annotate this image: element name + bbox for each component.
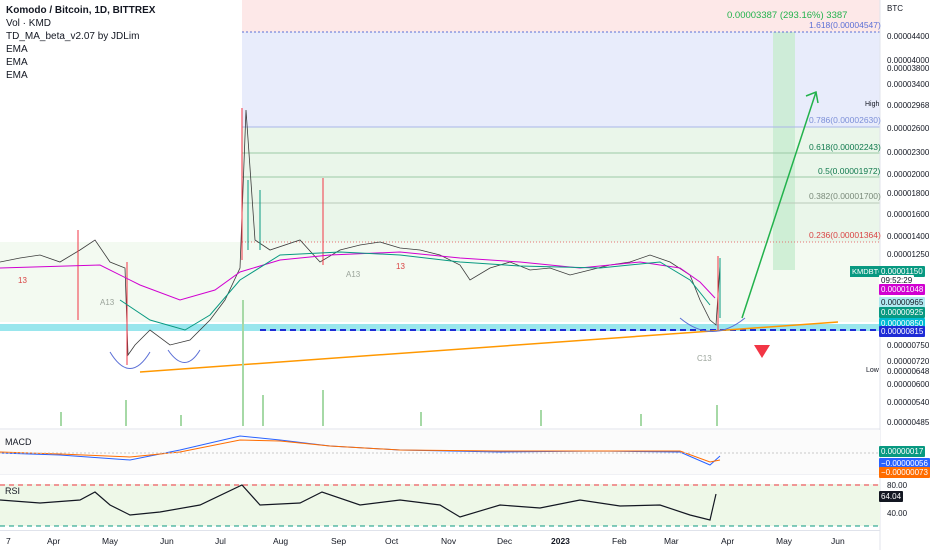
td-annotation: A13 [100, 298, 115, 307]
fib-label-1618: 1.618(0.00004547) [809, 20, 881, 30]
dashed-line-tag: 0.00000815 [879, 326, 926, 337]
time-label: Dec [497, 536, 513, 546]
time-label: 7 [6, 536, 11, 546]
macd-background [0, 430, 880, 474]
time-label: Jun [831, 536, 845, 546]
price-scale-label: 0.00001400 [887, 232, 930, 241]
high-value: 0.00002968 [887, 101, 930, 110]
fib-label-0786: 0.786(0.00002630) [809, 115, 881, 125]
price-scale-label: 0.00003800 [887, 64, 930, 73]
td-annotation: 13 [396, 262, 405, 271]
indicator-ema-2[interactable]: EMA [6, 56, 155, 69]
time-label: Nov [441, 536, 457, 546]
time-label: Apr [721, 536, 735, 546]
time-label: Oct [385, 536, 399, 546]
fib-label-05: 0.5(0.00001972) [818, 166, 881, 176]
time-label: Mar [664, 536, 679, 546]
low-label: Low [866, 367, 879, 374]
indicator-ema-3[interactable]: EMA [6, 69, 155, 82]
indicator-volume[interactable]: Vol · KMD [6, 17, 155, 30]
rsi-label[interactable]: RSI [5, 486, 20, 496]
price-scale-label: 0.00000600 [887, 380, 930, 389]
time-label: May [102, 536, 119, 546]
price-scale-label: 0.00000485 [887, 418, 930, 427]
price-scale-label: 0.00001600 [887, 210, 930, 219]
time-label: Feb [612, 536, 627, 546]
time-label: May [776, 536, 793, 546]
macd-signal-tag: −0.00000073 [879, 467, 930, 478]
chart-canvas[interactable] [0, 0, 932, 550]
price-scale-label: 0.00000720 [887, 357, 930, 366]
price-scale-label: 0.00001250 [887, 250, 930, 259]
fib-label-0236: 0.236(0.00001364) [809, 230, 881, 240]
cup-left [109, 351, 151, 369]
time-label: 2023 [551, 536, 570, 546]
symbol-title[interactable]: Komodo / Bitcoin, 1D, BITTREX [6, 4, 155, 17]
high-label: High [865, 101, 880, 108]
price-scale-label: 0.00002300 [887, 148, 930, 157]
time-label: Apr [47, 536, 61, 546]
time-label: Jul [215, 536, 226, 546]
indicator-td-ma[interactable]: TD_MA_beta_v2.07 by JDLim [6, 30, 155, 43]
target-box [773, 32, 795, 270]
price-scale-label: 0.00002000 [887, 170, 930, 179]
chart-legend: Komodo / Bitcoin, 1D, BITTREX Vol · KMD … [6, 4, 155, 82]
price-scale-label: 0.00001800 [887, 189, 930, 198]
down-triangle-marker [754, 345, 770, 358]
currency-label[interactable]: BTC [887, 4, 903, 13]
fib-label-0618: 0.618(0.00002243) [809, 142, 881, 152]
fib-label-0382: 0.382(0.00001700) [809, 191, 881, 201]
time-axis[interactable] [0, 530, 880, 551]
time-label: Aug [273, 536, 289, 546]
rsi-upper-value: 80.00 [887, 481, 908, 490]
price-scale-label: 0.00000540 [887, 398, 930, 407]
price-scale-label: 0.00000750 [887, 341, 930, 350]
ema-green-tag: 0.00000925 [879, 307, 926, 318]
cup-mid [167, 349, 201, 363]
price-scale-label: 0.00003400 [887, 80, 930, 89]
low-value: 0.00000648 [887, 367, 930, 376]
td-annotation: A13 [346, 270, 361, 279]
ema-magenta-tag: 0.00001048 [879, 284, 926, 295]
rsi-lower-value: 40.00 [887, 509, 908, 518]
time-label: Sep [331, 536, 347, 546]
indicator-ema-1[interactable]: EMA [6, 43, 155, 56]
macd-histogram-tag: 0.00000017 [879, 446, 926, 457]
price-scale-label: 0.00002600 [887, 124, 930, 133]
time-label: Jun [160, 536, 174, 546]
td-annotation: C13 [697, 354, 712, 363]
price-scale-label: 0.00004400 [887, 32, 930, 41]
fib-zone-light [0, 242, 880, 322]
td-annotation: 13 [18, 276, 27, 285]
rsi-current-tag: 64.04 [879, 491, 904, 502]
macd-label[interactable]: MACD [5, 437, 32, 447]
